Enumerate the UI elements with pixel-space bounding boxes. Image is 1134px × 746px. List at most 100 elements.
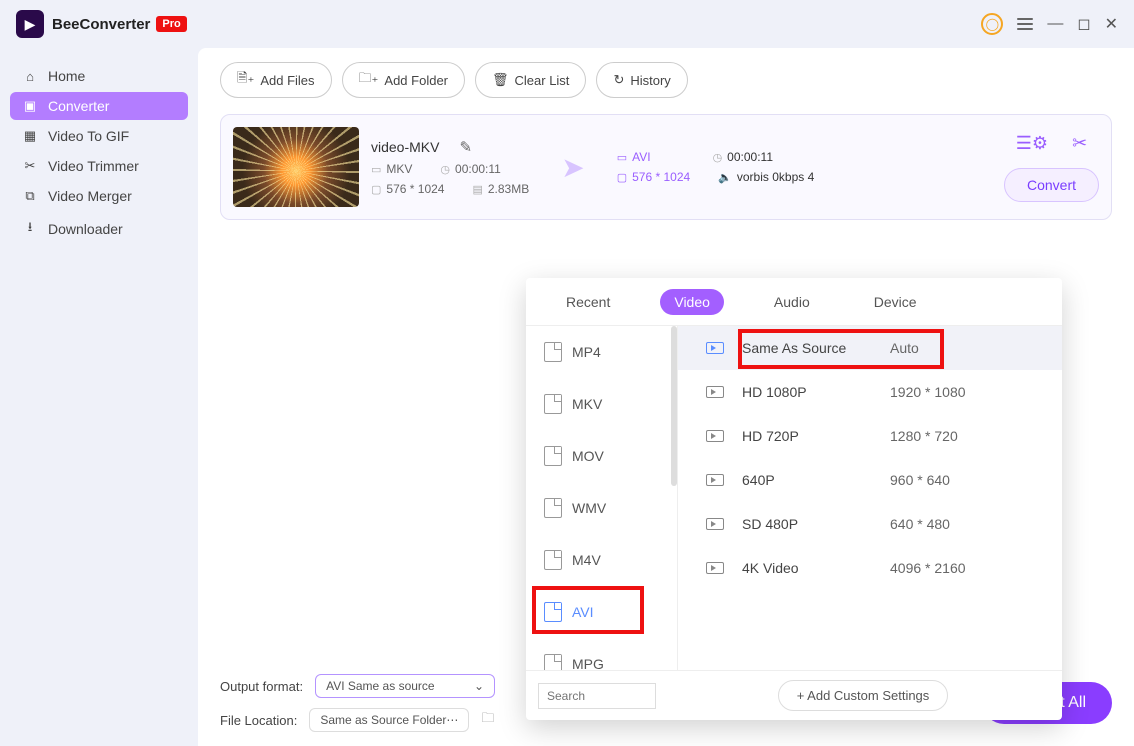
sidebar-label: Downloader xyxy=(48,221,123,237)
minimize-button[interactable]: — xyxy=(1047,15,1063,33)
format-mpg[interactable]: MPG xyxy=(526,638,677,670)
resolution-icon: ▢ xyxy=(617,171,627,184)
arrow-icon: ➤ xyxy=(561,151,584,184)
search-input[interactable] xyxy=(538,683,656,709)
more-icon[interactable]: ⋯ xyxy=(446,713,458,727)
sidebar-label: Converter xyxy=(48,98,109,114)
settings-icon[interactable]: ☰⚙ xyxy=(1016,133,1048,154)
history-button[interactable]: ↻History xyxy=(596,62,687,98)
out-audio: vorbis 0kbps 4 xyxy=(737,170,814,184)
sidebar-label: Video To GIF xyxy=(48,128,129,144)
file-icon xyxy=(544,446,562,466)
res-640p[interactable]: 640P960 * 640 xyxy=(678,458,1062,502)
src-duration: 00:00:11 xyxy=(455,162,501,176)
out-format: AVI xyxy=(632,150,650,164)
format-icon: ▭ xyxy=(617,151,627,164)
pro-badge: Pro xyxy=(156,16,186,32)
resolution-icon: ▢ xyxy=(371,183,381,196)
sidebar-item-converter[interactable]: ▣Converter xyxy=(10,92,188,120)
file-plus-icon: 🗎₊ xyxy=(237,69,254,91)
close-button[interactable]: ✕ xyxy=(1105,14,1118,34)
size-icon: ▤ xyxy=(472,183,482,196)
app-name: BeeConverter xyxy=(52,16,150,33)
tab-video[interactable]: Video xyxy=(660,289,724,315)
output-format-label: Output format: xyxy=(220,679,303,694)
folder-plus-icon: 🗀₊ xyxy=(359,69,379,91)
format-wmv[interactable]: WMV xyxy=(526,482,677,534)
format-dropdown: Recent Video Audio Device MP4 MKV MOV WM… xyxy=(526,278,1062,720)
merger-icon: ⧉ xyxy=(22,188,38,204)
tab-audio[interactable]: Audio xyxy=(760,289,824,315)
res-1080p[interactable]: HD 1080P1920 * 1080 xyxy=(678,370,1062,414)
res-480p[interactable]: SD 480P640 * 480 xyxy=(678,502,1062,546)
history-icon: ↻ xyxy=(613,72,624,88)
scrollbar[interactable] xyxy=(671,326,677,486)
file-title: video-MKV xyxy=(371,139,439,155)
add-files-button[interactable]: 🗎₊Add Files xyxy=(220,62,332,98)
format-mp4[interactable]: MP4 xyxy=(526,326,677,378)
file-icon xyxy=(544,602,562,622)
format-mov[interactable]: MOV xyxy=(526,430,677,482)
sidebar-item-downloader[interactable]: ⭳ Downloader xyxy=(10,212,188,246)
sidebar-item-home[interactable]: ⌂ Home xyxy=(10,62,188,90)
format-avi[interactable]: AVI xyxy=(526,586,677,638)
resolution-list: Same As SourceAuto HD 1080P1920 * 1080 H… xyxy=(678,326,1062,670)
add-folder-button[interactable]: 🗀₊Add Folder xyxy=(342,62,465,98)
file-icon xyxy=(544,654,562,670)
video-icon xyxy=(706,474,724,486)
sidebar-item-gif[interactable]: ▦ Video To GIF xyxy=(10,122,188,150)
sidebar: ⌂ Home ▣Converter ▦ Video To GIF ✂Video Tr… xyxy=(0,48,198,746)
file-location-field[interactable]: Same as Source Folder⋯ xyxy=(309,708,469,732)
video-icon xyxy=(706,518,724,530)
app-logo: ▶ xyxy=(16,10,44,38)
toolbar: 🗎₊Add Files 🗀₊Add Folder 🗑Clear List ↻Hi… xyxy=(220,62,1112,98)
format-list: MP4 MKV MOV WMV M4V AVI MPG xyxy=(526,326,678,670)
video-icon xyxy=(706,342,724,354)
sidebar-item-merger[interactable]: ⧉ Video Merger xyxy=(10,182,188,210)
convert-button[interactable]: Convert xyxy=(1004,168,1099,202)
output-format-select[interactable]: AVI Same as source⌄ xyxy=(315,674,495,698)
tab-device[interactable]: Device xyxy=(860,289,931,315)
maximize-button[interactable]: ◻ xyxy=(1077,14,1090,34)
trash-icon: 🗑 xyxy=(492,72,509,88)
clear-list-button[interactable]: 🗑Clear List xyxy=(475,62,586,98)
tab-recent[interactable]: Recent xyxy=(552,289,624,315)
download-icon: ⭳ xyxy=(22,218,38,240)
video-icon xyxy=(706,386,724,398)
file-icon xyxy=(544,498,562,518)
res-720p[interactable]: HD 720P1280 * 720 xyxy=(678,414,1062,458)
clock-icon: ◷ xyxy=(440,163,450,176)
file-card: video-MKV ✎ ▭ MKV ◷ 00:00:11 ▢ 576 * 1024 ▤ 2… xyxy=(220,114,1112,220)
home-icon: ⌂ xyxy=(22,69,38,84)
folder-icon[interactable]: 🗀 xyxy=(481,709,494,731)
sidebar-label: Home xyxy=(48,68,85,84)
chevron-down-icon: ⌄ xyxy=(474,679,484,693)
file-location-label: File Location: xyxy=(220,713,297,728)
audio-icon: 🔈 xyxy=(718,171,732,184)
trimmer-icon: ✂ xyxy=(22,158,38,174)
src-size: 2.83MB xyxy=(488,182,529,196)
edit-icon[interactable]: ✎ xyxy=(459,138,472,156)
format-mkv[interactable]: MKV xyxy=(526,378,677,430)
clock-icon: ◷ xyxy=(713,151,723,164)
res-4k[interactable]: 4K Video4096 * 2160 xyxy=(678,546,1062,590)
format-icon: ▭ xyxy=(371,163,381,176)
sidebar-item-trimmer[interactable]: ✂Video Trimmer xyxy=(10,152,188,180)
out-res: 576 * 1024 xyxy=(632,170,690,184)
video-icon xyxy=(706,430,724,442)
account-icon[interactable]: ◯ xyxy=(981,13,1003,35)
video-icon xyxy=(706,562,724,574)
res-same-as-source[interactable]: Same As SourceAuto xyxy=(678,326,1062,370)
main-panel: 🗎₊Add Files 🗀₊Add Folder 🗑Clear List ↻Hi… xyxy=(198,48,1134,746)
file-icon xyxy=(544,394,562,414)
format-m4v[interactable]: M4V xyxy=(526,534,677,586)
sidebar-label: Video Merger xyxy=(48,188,132,204)
src-res: 576 * 1024 xyxy=(386,182,444,196)
out-duration: 00:00:11 xyxy=(727,150,773,164)
src-format: MKV xyxy=(386,162,412,176)
gif-icon: ▦ xyxy=(22,128,38,144)
cut-icon[interactable]: ✂ xyxy=(1072,133,1087,154)
add-custom-settings-button[interactable]: + Add Custom Settings xyxy=(778,680,949,711)
file-icon xyxy=(544,342,562,362)
menu-icon[interactable] xyxy=(1017,18,1033,30)
